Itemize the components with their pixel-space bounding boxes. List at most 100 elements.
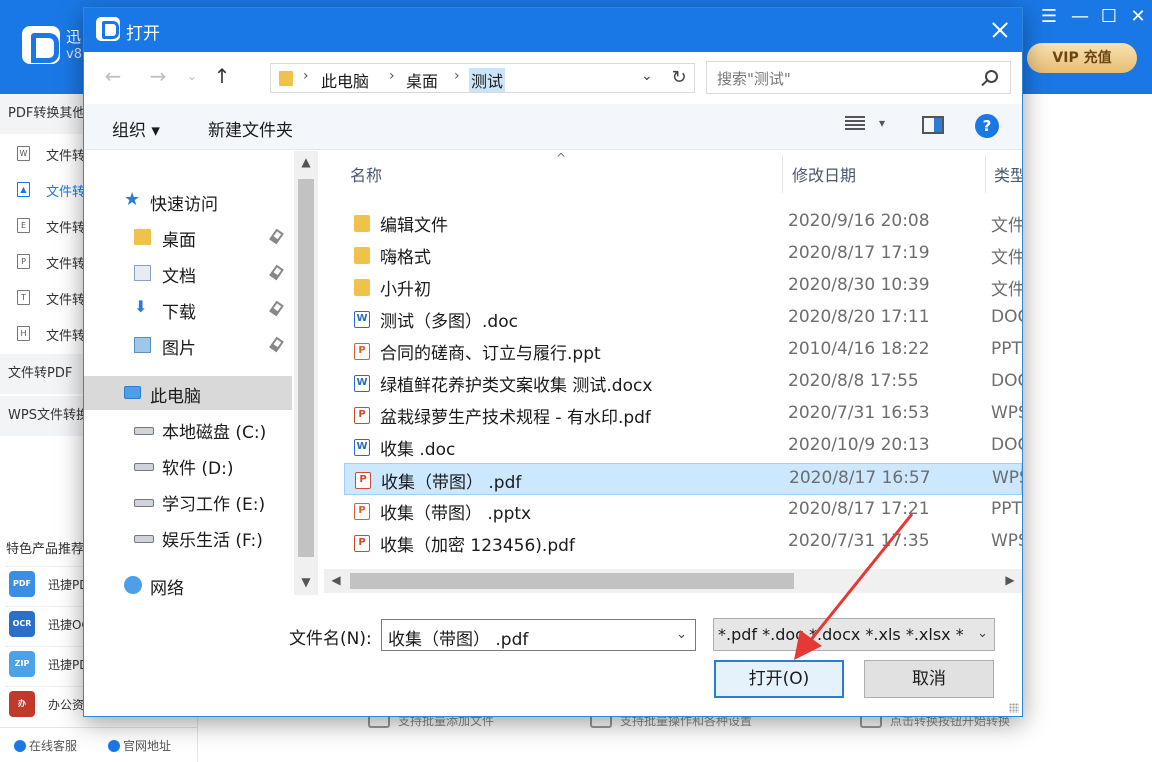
file-type-select[interactable]: *.pdf *.doc *.docx *.xls *.xlsx * ⌄ bbox=[713, 618, 995, 651]
nav-tree-item[interactable]: 学习工作 (E:) bbox=[84, 484, 292, 518]
file-row[interactable]: W 收集 .doc 2020/10/9 20:13 DOC bbox=[344, 431, 1022, 463]
search-icon bbox=[985, 70, 998, 83]
resize-grip[interactable] bbox=[1009, 703, 1019, 713]
featured-product[interactable]: OCR 迅捷OC bbox=[5, 606, 86, 640]
view-dropdown-icon[interactable]: ▾ bbox=[879, 116, 885, 130]
help-icon[interactable]: ? bbox=[975, 114, 999, 138]
minimize-icon[interactable]: — bbox=[1068, 6, 1092, 28]
up-arrow-icon[interactable]: ↑ bbox=[210, 64, 234, 88]
file-row[interactable]: 编辑文件 2020/9/16 20:08 文件夹 bbox=[344, 207, 1022, 239]
drive-icon bbox=[134, 499, 154, 507]
featured-product[interactable]: PDF 迅捷PD bbox=[5, 566, 86, 600]
file-type: DOC bbox=[991, 307, 1022, 327]
sidebar-item[interactable]: ▲ 文件转 bbox=[0, 172, 90, 208]
nav-tree-item[interactable]: 本地磁盘 (C:) bbox=[84, 412, 292, 446]
file-date: 2020/9/16 20:08 bbox=[788, 211, 930, 231]
featured-product[interactable]: ZIP 迅捷PD bbox=[5, 646, 86, 680]
navigation-scrollbar[interactable]: ▲ ▼ bbox=[294, 151, 318, 595]
search-input[interactable]: 搜索"测试" bbox=[706, 61, 1011, 94]
file-row[interactable]: P 收集（带图） .pptx 2020/8/17 17:21 PPT bbox=[344, 495, 1022, 527]
nav-tree-item[interactable]: 软件 (D:) bbox=[84, 448, 292, 482]
menu-icon[interactable]: ☰ bbox=[1037, 6, 1061, 28]
file-row[interactable]: 小升初 2020/8/30 10:39 文件夹 bbox=[344, 271, 1022, 303]
filename-input[interactable]: 收集（带图） .pdf ⌄ bbox=[381, 619, 696, 651]
sidebar-section[interactable]: PDF转换其他 bbox=[0, 94, 90, 134]
nav-tree-item[interactable]: 网络 bbox=[84, 568, 292, 602]
breadcrumb-test[interactable]: 测试 bbox=[469, 68, 506, 92]
sidebar-section[interactable]: WPS文件转换 bbox=[0, 396, 90, 436]
file-date: 2020/8/30 10:39 bbox=[788, 275, 930, 295]
featured-product[interactable]: 办办公资 bbox=[5, 686, 85, 720]
pin-icon bbox=[269, 300, 284, 317]
online-service-link[interactable]: 在线客服 bbox=[14, 737, 77, 754]
recent-dropdown-icon[interactable]: ⌄ bbox=[180, 64, 204, 88]
scroll-right-icon[interactable]: ▶ bbox=[998, 573, 1022, 587]
dialog-close-icon[interactable] bbox=[984, 14, 1016, 46]
hscroll-thumb[interactable] bbox=[350, 573, 794, 589]
sidebar-item[interactable]: W 文件转 bbox=[0, 136, 90, 172]
nav-tree-item[interactable]: ★ 快速访问 bbox=[84, 184, 292, 218]
nav-tree-item[interactable]: 文档 bbox=[84, 256, 292, 290]
maximize-icon[interactable]: ☐ bbox=[1097, 6, 1121, 28]
file-row[interactable]: P 收集（带图） .pdf 2020/8/17 16:57 WPS bbox=[344, 463, 1022, 495]
file-row[interactable]: P 盆栽绿萝生产技术规程 - 有水印.pdf 2020/7/31 16:53 WPS bbox=[344, 399, 1022, 431]
back-arrow-icon[interactable]: ← bbox=[101, 64, 125, 88]
nav-tree-item[interactable]: ⬇ 下载 bbox=[84, 292, 292, 326]
open-button[interactable]: 打开(O) bbox=[714, 660, 844, 698]
address-dropdown-icon[interactable]: ⌄ bbox=[641, 68, 653, 84]
file-row[interactable]: W 绿植鲜花养护类文案收集 测试.docx 2020/8/8 17:55 DOC bbox=[344, 367, 1022, 399]
scroll-down-icon[interactable]: ▼ bbox=[294, 575, 318, 589]
file-list-hscrollbar[interactable]: ◀ ▶ bbox=[324, 569, 1022, 593]
folder-icon bbox=[354, 247, 370, 264]
scroll-up-icon[interactable]: ▲ bbox=[294, 155, 318, 169]
nav-tree-label: 软件 (D:) bbox=[162, 459, 234, 479]
organize-button[interactable]: 组织 ▾ bbox=[112, 116, 160, 141]
breadcrumb-this-pc[interactable]: 此电脑 bbox=[321, 68, 369, 92]
sidebar-item[interactable]: E 文件转 bbox=[0, 208, 90, 244]
file-row[interactable]: P 合同的磋商、订立与履行.ppt 2010/4/16 18:22 PPT bbox=[344, 335, 1022, 367]
file-row[interactable]: W 测试（多图）.doc 2020/8/20 17:11 DOC bbox=[344, 303, 1022, 335]
file-date: 2020/8/20 17:11 bbox=[788, 307, 930, 327]
column-divider[interactable] bbox=[782, 155, 783, 193]
scroll-left-icon[interactable]: ◀ bbox=[324, 573, 348, 587]
close-app-icon[interactable]: ✕ bbox=[1126, 6, 1150, 28]
nav-tree-item[interactable]: 此电脑 bbox=[84, 376, 292, 410]
navigation-scroll-thumb[interactable] bbox=[298, 179, 314, 557]
forward-arrow-icon[interactable]: → bbox=[146, 64, 170, 88]
view-options-icon[interactable] bbox=[845, 114, 865, 134]
website-link[interactable]: 官网地址 bbox=[108, 737, 171, 754]
nav-tree-item[interactable]: 桌面 bbox=[84, 220, 292, 254]
filename-dropdown-icon[interactable]: ⌄ bbox=[676, 627, 687, 642]
column-divider[interactable] bbox=[985, 155, 986, 193]
file-type-icon: E bbox=[17, 218, 30, 233]
refresh-icon[interactable]: ↻ bbox=[666, 66, 692, 90]
cancel-button[interactable]: 取消 bbox=[864, 660, 994, 698]
file-name: 小升初 bbox=[380, 280, 431, 300]
nav-tree-label: 桌面 bbox=[162, 231, 196, 251]
sidebar-item[interactable]: P 文件转 bbox=[0, 244, 90, 280]
file-type-icon: T bbox=[17, 290, 30, 305]
dialog-app-icon bbox=[96, 17, 120, 41]
star-icon: ★ bbox=[124, 189, 141, 210]
column-date-header[interactable]: 修改日期 bbox=[792, 162, 856, 186]
nav-tree-item[interactable]: 图片 bbox=[84, 328, 292, 362]
file-row[interactable]: P 收集（加密 123456).pdf 2020/7/31 17:35 WPS bbox=[344, 527, 1022, 559]
new-folder-button[interactable]: 新建文件夹 bbox=[208, 116, 293, 141]
file-row[interactable]: 嗨格式 2020/8/17 17:19 文件夹 bbox=[344, 239, 1022, 271]
file-list: ^ 名称 修改日期 类型 编辑文件2020/9/16 20:08文件夹嗨格式20… bbox=[320, 151, 1022, 595]
column-name-header[interactable]: 名称 bbox=[350, 162, 382, 186]
breadcrumb-desktop[interactable]: 桌面 bbox=[406, 68, 438, 92]
sidebar-section[interactable]: 文件转PDF bbox=[0, 354, 90, 394]
address-bar[interactable]: › 此电脑 › 桌面 › 测试 ⌄ ↻ bbox=[270, 63, 695, 93]
nav-tree-item[interactable]: 娱乐生活 (F:) bbox=[84, 520, 292, 554]
product-icon: OCR bbox=[9, 611, 35, 637]
sidebar-item[interactable]: T 文件转 bbox=[0, 280, 90, 316]
sidebar-item[interactable]: H 文件转 bbox=[0, 316, 90, 352]
vip-recharge-button[interactable]: VIP 充值 bbox=[1027, 43, 1137, 73]
preview-pane-icon[interactable] bbox=[922, 116, 944, 134]
doc-icon bbox=[134, 265, 151, 281]
file-type: 文件夹 bbox=[991, 248, 1022, 268]
column-type-header[interactable]: 类型 bbox=[994, 162, 1022, 186]
file-type-icon: P bbox=[17, 254, 30, 269]
file-type: 文件夹 bbox=[991, 280, 1022, 300]
